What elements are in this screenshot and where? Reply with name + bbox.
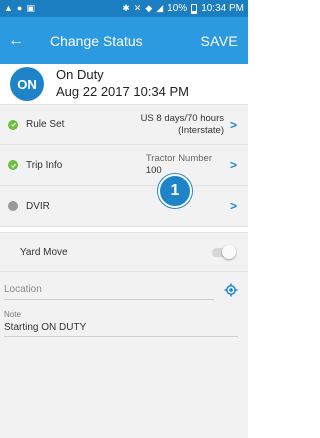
mute-icon: ✕ xyxy=(133,3,142,13)
back-arrow-icon[interactable]: ← xyxy=(0,32,30,50)
system-status-bar: ▲ ● ▣ ✱ ✕ ◆ ◢ 10% 10:34 PM xyxy=(0,0,248,17)
trip-info-label: Trip Info xyxy=(26,159,63,171)
wifi-icon: ◆ xyxy=(145,3,153,13)
yard-move-label: Yard Move xyxy=(20,246,68,258)
page-title: Change Status xyxy=(50,32,143,49)
my-location-icon[interactable] xyxy=(224,283,238,297)
callout-number-badge: 1 xyxy=(158,174,192,208)
signal-icon: ◢ xyxy=(156,3,164,13)
bluetooth-icon: ✱ xyxy=(122,3,130,13)
rule-set-row[interactable]: Rule Set US 8 days/70 hours (Interstate)… xyxy=(0,104,248,145)
status-detail-list: Rule Set US 8 days/70 hours (Interstate)… xyxy=(0,104,248,227)
location-field[interactable]: Location xyxy=(4,282,214,300)
trip-info-row[interactable]: Trip Info Tractor Number 100 > xyxy=(0,145,248,186)
yard-move-row: Yard Move xyxy=(0,232,248,272)
trip-info-value: Tractor Number 100 xyxy=(145,153,212,176)
note-field[interactable]: Starting ON DUTY xyxy=(4,319,238,337)
image-icon: ▣ xyxy=(26,3,35,13)
note-label: Note xyxy=(4,310,21,319)
status-form: Location Note Starting ON DUTY xyxy=(0,272,248,438)
chevron-right-icon: > xyxy=(230,117,238,132)
status-datetime: Aug 22 2017 10:34 PM xyxy=(56,83,189,99)
battery-icon xyxy=(191,3,198,14)
yard-move-toggle[interactable] xyxy=(212,244,236,259)
pending-dot-icon xyxy=(8,201,18,211)
chevron-right-icon: > xyxy=(230,199,238,213)
check-circle-icon xyxy=(8,160,18,170)
chevron-right-icon: > xyxy=(230,158,238,172)
app-bar: ← Change Status SAVE xyxy=(0,17,248,64)
status-badge: ON xyxy=(10,67,44,101)
dvir-row[interactable]: DVIR > xyxy=(0,186,248,227)
rule-set-label: Rule Set xyxy=(26,119,65,130)
save-button[interactable]: SAVE xyxy=(200,33,238,49)
status-header: ON On Duty Aug 22 2017 10:34 PM xyxy=(0,64,248,102)
clock: 10:34 PM xyxy=(201,3,244,14)
rule-set-value: US 8 days/70 hours (Interstate) xyxy=(140,112,224,136)
check-circle-icon xyxy=(8,119,18,130)
record-icon: ● xyxy=(16,3,23,13)
status-name: On Duty xyxy=(56,66,104,82)
dvir-label: DVIR xyxy=(26,200,50,212)
battery-percent: 10% xyxy=(167,3,188,14)
alert-icon: ▲ xyxy=(4,3,13,13)
